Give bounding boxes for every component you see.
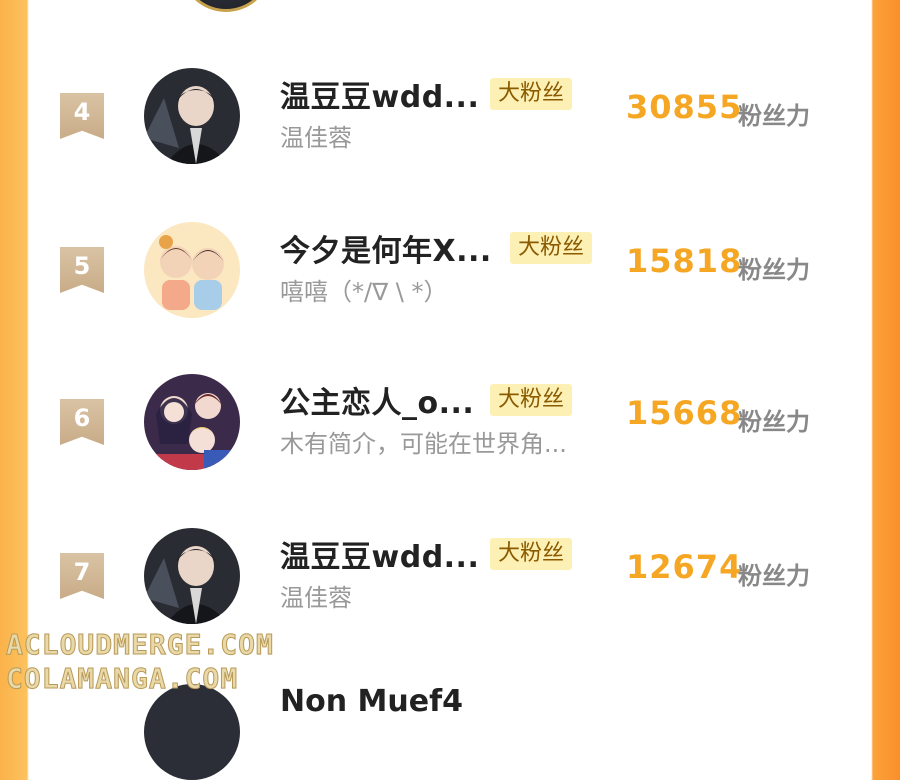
avatar[interactable] <box>144 68 240 164</box>
fan-level-badge: 大粉丝 <box>490 384 573 416</box>
fan-name[interactable]: 温豆豆wdd... <box>280 72 479 116</box>
fan-power-score: 30855 <box>626 88 743 126</box>
fan-bio: 温佳蓉 <box>280 584 352 612</box>
fan-power-score: 15818 <box>626 242 743 280</box>
fan-bio: 温佳蓉 <box>280 124 352 152</box>
list-item[interactable]: 4 温豆豆wdd... 大粉丝 温佳蓉 30855 粉丝力 <box>30 62 870 182</box>
rank-ribbon: 7 <box>60 553 104 599</box>
avatar[interactable] <box>144 374 240 470</box>
rank-ribbon: 6 <box>60 399 104 445</box>
list-item[interactable]: 7 温豆豆wdd... 大粉丝 温佳蓉 12674 粉丝力 <box>30 522 870 642</box>
fan-name[interactable]: 今夕是何年X... <box>280 226 492 270</box>
watermark-text: COLAMANGA.COM <box>5 662 239 696</box>
rank-ribbon: 5 <box>60 247 104 293</box>
avatar[interactable] <box>180 0 272 12</box>
fan-name[interactable]: 公主恋人_o... <box>280 378 474 422</box>
fan-bio: 嘻嘻（*/∇ \ *） <box>280 278 448 306</box>
fan-bio: 木有简介，可能在世界角... <box>280 430 567 458</box>
avatar[interactable] <box>144 684 240 780</box>
avatar[interactable] <box>144 222 240 318</box>
fan-level-badge: 大粉丝 <box>490 78 573 110</box>
rank-ribbon: 4 <box>60 93 104 139</box>
watermark-text: ACLOUDMERGE.COM <box>6 628 274 662</box>
list-item[interactable]: 5 今夕是何年X... 大粉丝 嘻嘻（*/∇ \ *） 15818 粉丝力 <box>30 216 870 336</box>
fan-power-score: 12674 <box>626 548 743 586</box>
list-item[interactable]: 6 公主恋人_o... 大粉丝 木有简介，可能在世界角... 15668 粉丝力 <box>30 368 870 488</box>
fan-power-score: 15668 <box>626 394 743 432</box>
fan-power-unit: 粉丝力 <box>738 408 810 436</box>
fan-power-unit: 粉丝力 <box>738 102 810 130</box>
fan-level-badge: 大粉丝 <box>510 232 593 264</box>
fan-name[interactable]: 温豆豆wdd... <box>280 532 479 576</box>
avatar[interactable] <box>144 528 240 624</box>
fan-level-badge: 大粉丝 <box>490 538 573 570</box>
fan-ranking-panel: 4 温豆豆wdd... 大粉丝 温佳蓉 30855 粉丝力 5 今夕是何年X..… <box>30 0 870 780</box>
fan-power-unit: 粉丝力 <box>738 256 810 284</box>
fan-power-unit: 粉丝力 <box>738 562 810 590</box>
